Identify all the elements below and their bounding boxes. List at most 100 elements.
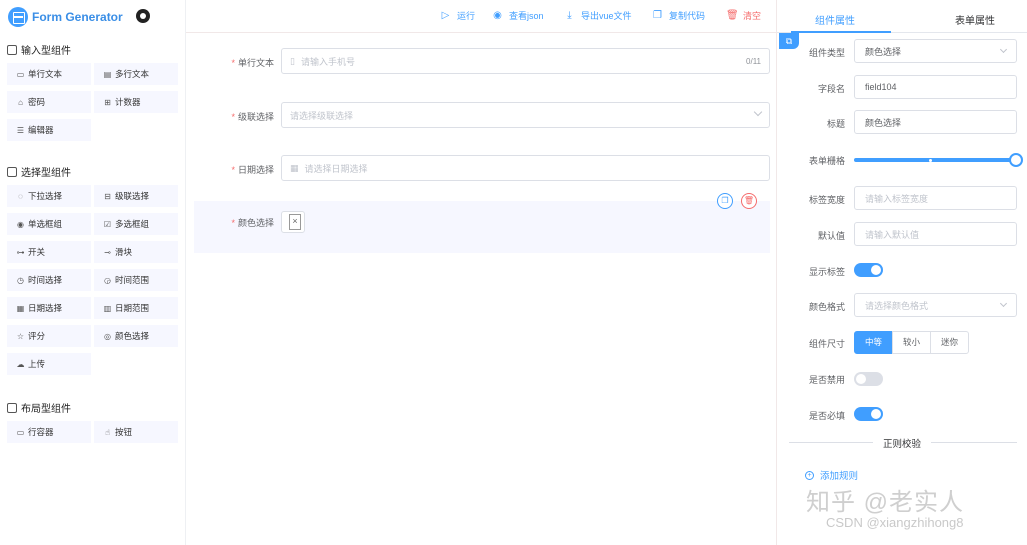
component-color[interactable]: ◎ 颜色选择 (94, 325, 178, 347)
field-label: * 级联选择 (231, 112, 274, 122)
field-label-text: 级联选择 (237, 112, 274, 122)
time-range-icon: ◶ (104, 275, 111, 285)
field-label: * 日期选择 (231, 165, 274, 175)
component-label: 多选框组 (115, 219, 150, 229)
component-time-range[interactable]: ◶ 时间范围 (94, 269, 178, 291)
disabled-switch[interactable] (854, 372, 883, 386)
label-width-input[interactable]: 请输入标签宽度 (854, 186, 1017, 210)
toolbar: ▷ 运行 ◉ 查看json ⤓ 导出vue文件 ❐ 复制代码 🗑 清空 (186, 0, 776, 33)
component-cascader[interactable]: ⊟ 级联选择 (94, 185, 178, 207)
tab-form-props[interactable]: 表单属性 (955, 12, 995, 27)
component-panel: Form Generator 输入型组件 ▭ 单行文本 ▤ 多行文本 ⌂ 密码 ⊞ 计数… (0, 0, 186, 545)
slider-icon: ⊸ (104, 247, 111, 257)
editor-icon: ☰ (16, 125, 25, 135)
date-placeholder: 请选择日期选择 (304, 163, 368, 174)
form-item-cascader[interactable]: * 级联选择 请选择级联选择 (194, 102, 770, 128)
size-mini-button[interactable]: 迷你 (930, 331, 969, 354)
add-rule-button[interactable]: + 添加规则 (805, 468, 858, 482)
component-button[interactable]: ☝ 按钮 (94, 421, 178, 443)
title-input[interactable]: 颜色选择 (854, 110, 1017, 134)
component-type-select[interactable]: 颜色选择 (854, 39, 1017, 63)
run-button[interactable]: ▷ 运行 (440, 9, 475, 22)
color-format-select[interactable]: 请选择颜色格式 (854, 293, 1017, 317)
required-switch[interactable] (854, 407, 883, 421)
date-picker[interactable]: ▦ 请选择日期选择 (281, 155, 770, 181)
add-rule-label: 添加规则 (820, 471, 859, 482)
view-json-button[interactable]: ◉ 查看json (492, 9, 544, 22)
switch-icon: ⊶ (16, 247, 25, 257)
delete-item-icon[interactable]: 🗑 (741, 193, 757, 209)
color-format-placeholder: 请选择颜色格式 (865, 300, 929, 311)
cascader-icon: ⊟ (104, 191, 111, 201)
view-json-label: 查看json (509, 11, 544, 21)
size-small-button[interactable]: 较小 (892, 331, 931, 354)
trash-icon: 🗑 (726, 10, 739, 21)
github-icon[interactable] (136, 9, 150, 23)
component-textarea[interactable]: ▤ 多行文本 (94, 63, 178, 85)
component-rate[interactable]: ☆ 评分 (7, 325, 91, 347)
grid-label: 表单栅格 (808, 156, 845, 166)
palette-icon: ◎ (104, 331, 111, 341)
component-date-range[interactable]: ▥ 日期范围 (94, 297, 178, 319)
component-slider[interactable]: ⊸ 滑块 (94, 241, 178, 263)
component-number[interactable]: ⊞ 计数器 (94, 91, 178, 113)
size-label: 组件尺寸 (808, 339, 845, 349)
component-select[interactable]: ◌ 下拉选择 (7, 185, 91, 207)
checkbox-icon: ☑ (103, 219, 112, 229)
puzzle-icon (7, 166, 17, 177)
export-vue-button[interactable]: ⤓ 导出vue文件 (564, 9, 632, 22)
regex-title: 正则校验 (873, 436, 932, 450)
component-switch[interactable]: ⊶ 开关 (7, 241, 91, 263)
char-counter: 0/11 (746, 56, 761, 66)
component-editor[interactable]: ☰ 编辑器 (7, 119, 91, 141)
component-radio[interactable]: ◉ 单选框组 (7, 213, 91, 235)
date-range-icon: ▥ (103, 303, 112, 313)
logo-icon (8, 7, 28, 27)
field-name-label: 字段名 (817, 84, 845, 94)
select-icon: ◌ (18, 191, 23, 201)
field-name-value: field104 (865, 82, 897, 92)
component-date[interactable]: ▦ 日期选择 (7, 297, 91, 319)
group-label: 输入型组件 (21, 46, 71, 57)
component-label: 多行文本 (115, 69, 150, 79)
copy-code-button[interactable]: ❐ 复制代码 (652, 9, 705, 22)
chevron-down-icon (999, 299, 1008, 308)
properties-tabs: 组件属性 表单属性 (777, 0, 1027, 33)
form-item-date[interactable]: * 日期选择 ▦ 请选择日期选择 (194, 155, 770, 181)
calendar-icon: ▦ (290, 162, 299, 173)
field-label-text: 颜色选择 (237, 218, 274, 228)
phone-input[interactable]: ▯ 请输入手机号 0/11 (281, 48, 770, 74)
phone-placeholder: 请输入手机号 (300, 56, 355, 67)
form-item-color-active[interactable]: ❐ 🗑 * 颜色选择 (194, 193, 770, 253)
form-item-input[interactable]: * 单行文本 ▯ 请输入手机号 0/11 (194, 48, 770, 74)
grid-slider[interactable] (854, 158, 1017, 162)
component-checkbox[interactable]: ☑ 多选框组 (94, 213, 178, 235)
chevron-down-icon (753, 107, 763, 117)
default-value-label: 默认值 (817, 231, 845, 241)
app-logo[interactable]: Form Generator (8, 6, 123, 28)
default-value-input[interactable]: 请输入默认值 (854, 222, 1017, 246)
clear-button[interactable]: 🗑 清空 (726, 9, 761, 22)
size-medium-button[interactable]: 中等 (854, 331, 893, 354)
export-vue-label: 导出vue文件 (581, 11, 632, 21)
component-upload[interactable]: ☁ 上传 (7, 353, 91, 375)
component-label: 时间范围 (115, 275, 150, 285)
component-label: 上传 (28, 359, 46, 369)
component-password[interactable]: ⌂ 密码 (7, 91, 91, 113)
copy-item-icon[interactable]: ❐ (717, 193, 733, 209)
tab-component-props[interactable]: 组件属性 (815, 12, 855, 27)
component-row[interactable]: ▭ 行容器 (7, 421, 91, 443)
cascader-select[interactable]: 请选择级联选择 (281, 102, 770, 128)
color-picker[interactable] (281, 211, 305, 233)
button-icon: ☝ (105, 427, 110, 437)
title-label: 标题 (826, 119, 845, 129)
field-name-input[interactable]: field104 (854, 75, 1017, 99)
show-label-switch[interactable] (854, 263, 883, 277)
run-label: 运行 (457, 11, 476, 21)
component-time[interactable]: ◷ 时间选择 (7, 269, 91, 291)
app-title: Form Generator (32, 10, 123, 24)
component-input[interactable]: ▭ 单行文本 (7, 63, 91, 85)
grid-slider-thumb[interactable] (1009, 153, 1023, 167)
disabled-label: 是否禁用 (808, 375, 845, 385)
plus-circle-icon: + (805, 470, 814, 480)
